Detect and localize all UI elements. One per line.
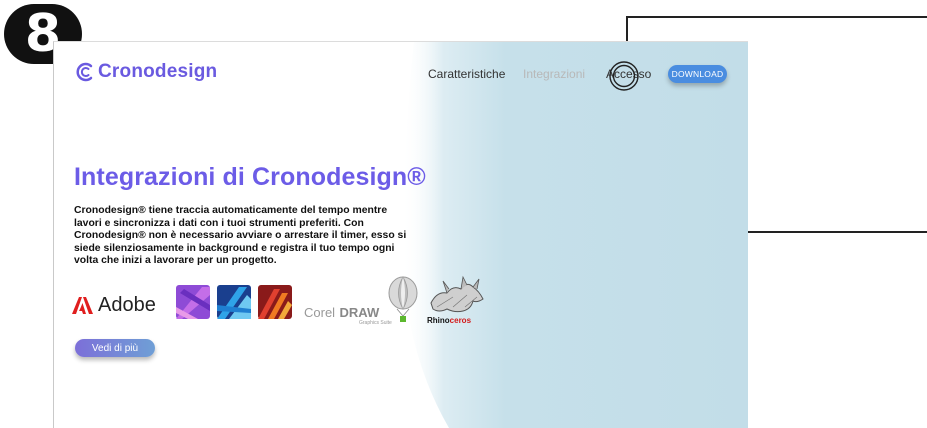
corel-draw-label: DRAW: [339, 305, 380, 320]
affinity-publisher-icon: [258, 285, 292, 319]
rhinoceros-logo: Rhinoceros: [427, 316, 471, 325]
corel-label: Corel: [304, 305, 336, 320]
nav-link-caratteristiche[interactable]: Caratteristiche: [428, 67, 505, 81]
adobe-icon: [72, 297, 93, 314]
affinity-photo-icon: [176, 285, 210, 319]
corel-balloon-icon: [388, 276, 418, 322]
affinity-designer-icon: [217, 285, 251, 319]
download-button[interactable]: DOWNLOAD: [668, 65, 727, 83]
website-frame: Cronodesign Caratteristiche Integrazioni…: [53, 41, 748, 428]
corel-draw-logo: Corel DRAW Graphics Suite: [304, 304, 392, 326]
rhino-label: Rhino: [427, 316, 450, 325]
adobe-label: Adobe: [98, 294, 156, 316]
brand-logo[interactable]: Cronodesign: [76, 61, 217, 83]
callout-line-top: [626, 16, 927, 18]
cursor-click-rings: [609, 61, 639, 91]
integration-logos: Adobe Corel DRAW Graphics Suite Rhinocer…: [72, 268, 492, 328]
corel-sub-label: Graphics Suite: [359, 320, 392, 326]
see-more-button[interactable]: Vedi di più: [75, 339, 155, 357]
nav-link-integrazioni[interactable]: Integrazioni: [523, 67, 585, 81]
page-title: Integrazioni di Cronodesign®: [74, 163, 426, 191]
logo-text: Cronodesign: [98, 61, 218, 82]
adobe-logo: Adobe: [72, 294, 156, 317]
ceros-label: ceros: [449, 316, 472, 325]
hero-description: Cronodesign® tiene traccia automaticamen…: [74, 205, 407, 267]
cronodesign-logo-icon: [76, 62, 93, 82]
